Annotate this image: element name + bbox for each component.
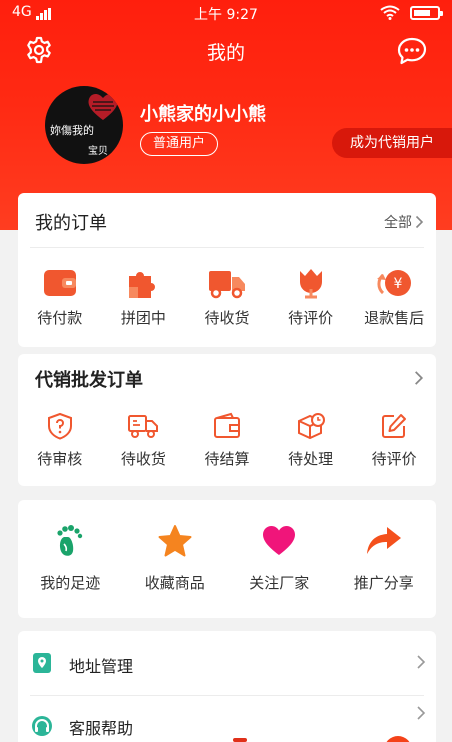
wallet-icon: [43, 270, 76, 296]
heart-icon: [263, 526, 296, 555]
order-item-label: 待付款: [37, 309, 83, 327]
box-clock-icon: [297, 413, 325, 440]
order-group-buying[interactable]: 拼团中: [102, 267, 186, 328]
truck-icon: [208, 271, 245, 299]
quick-footprint[interactable]: 我的足迹: [18, 524, 123, 593]
quick-promote-share[interactable]: 推广分享: [332, 524, 437, 593]
dist-item-label: 待处理: [288, 450, 334, 468]
dist-awaiting-receipt[interactable]: 待收货: [102, 412, 186, 469]
avatar[interactable]: 妳傷我的 宝贝: [45, 86, 123, 164]
location-book-icon: [33, 653, 51, 673]
dist-pending-process[interactable]: 待处理: [269, 412, 353, 469]
distribution-orders-card: 代销批发订单 待审核 待收货 待结算 待处理 待评价: [18, 354, 436, 486]
quick-links-card: 我的足迹 收藏商品 关注厂家 推广分享: [18, 500, 436, 618]
svg-text:¥: ¥: [394, 276, 403, 292]
dist-item-label: 待评价: [371, 450, 417, 468]
become-distributor-button[interactable]: 成为代销用户: [332, 128, 452, 158]
order-item-label: 待收货: [204, 309, 250, 327]
dist-to-review[interactable]: 待评价: [352, 412, 436, 469]
dist-item-label: 待审核: [37, 450, 83, 468]
battery-icon: [410, 5, 443, 20]
order-item-label: 待评价: [288, 309, 334, 327]
menu-item-address[interactable]: 地址管理: [18, 631, 436, 695]
wifi-icon: [380, 5, 400, 20]
quick-link-label: 我的足迹: [40, 574, 101, 592]
yen-refund-icon: ¥: [377, 270, 412, 296]
dist-item-label: 待收货: [120, 450, 166, 468]
quick-link-label: 关注厂家: [249, 574, 310, 592]
chevron-right-icon[interactable]: [414, 370, 424, 386]
order-item-label: 拼团中: [120, 309, 166, 327]
menu-item-label: 地址管理: [69, 657, 134, 676]
avatar-text: 妳傷我的: [50, 124, 94, 137]
quick-link-label: 收藏商品: [144, 574, 205, 592]
heart-doodle-icon: [88, 93, 118, 120]
order-item-label: 退款售后: [364, 309, 425, 327]
distribution-orders-title: 代销批发订单: [35, 370, 143, 391]
puzzle-icon: [129, 272, 156, 298]
dist-pending-settlement[interactable]: 待结算: [185, 412, 269, 469]
shield-question-icon: [47, 412, 72, 440]
page-title: 我的: [206, 42, 245, 64]
order-refund-aftersale[interactable]: ¥ 退款售后: [352, 267, 436, 328]
star-icon: [158, 525, 192, 557]
avatar-text-2: 宝贝: [88, 146, 108, 157]
divider: [30, 247, 424, 248]
status-bar: 4G 上午 9:27: [0, 0, 452, 26]
nickname: 小熊家的小小熊: [140, 104, 266, 125]
quick-favorites[interactable]: 收藏商品: [123, 524, 228, 593]
order-status-row: 待付款 拼团中 待收货 待评价 ¥ 退款售后: [18, 267, 436, 328]
distribution-status-row: 待审核 待收货 待结算 待处理 待评价: [18, 412, 436, 469]
tab-indicator: [233, 738, 247, 742]
user-type-badge: 普通用户: [140, 132, 219, 156]
chevron-right-icon: [417, 706, 426, 720]
wallet-outline-icon: [213, 412, 240, 438]
dist-pending-audit[interactable]: 待审核: [18, 412, 102, 469]
chevron-right-icon: [417, 655, 426, 669]
quick-links-row: 我的足迹 收藏商品 关注厂家 推广分享: [18, 524, 436, 593]
edit-icon: [382, 414, 407, 438]
order-to-review[interactable]: 待评价: [269, 267, 353, 328]
order-awaiting-receipt[interactable]: 待收货: [185, 267, 269, 328]
share-arrow-icon: [366, 527, 401, 554]
my-orders-card: 我的订单 全部 待付款 拼团中 待收货 待评价 ¥ 退款售后: [18, 193, 436, 347]
menu-item-customer-service[interactable]: 客服帮助: [18, 695, 436, 742]
dist-item-label: 待结算: [204, 450, 250, 468]
chevron-right-icon: [415, 215, 424, 229]
see-all-orders-link[interactable]: 全部: [384, 212, 424, 232]
settings-menu-card: 地址管理 客服帮助: [18, 631, 436, 742]
see-all-label: 全部: [384, 215, 412, 231]
truck-outline-icon: [128, 415, 159, 438]
title-bar: 我的: [0, 30, 452, 70]
order-pending-payment[interactable]: 待付款: [18, 267, 102, 328]
quick-followed-vendors[interactable]: 关注厂家: [227, 524, 332, 593]
footprint-icon: [57, 525, 83, 556]
quick-link-label: 推广分享: [353, 574, 414, 592]
flower-icon: [299, 269, 322, 299]
headset-icon: [32, 716, 52, 736]
my-orders-title: 我的订单: [35, 213, 107, 234]
menu-item-label: 客服帮助: [69, 719, 134, 738]
chat-icon[interactable]: [397, 37, 427, 65]
